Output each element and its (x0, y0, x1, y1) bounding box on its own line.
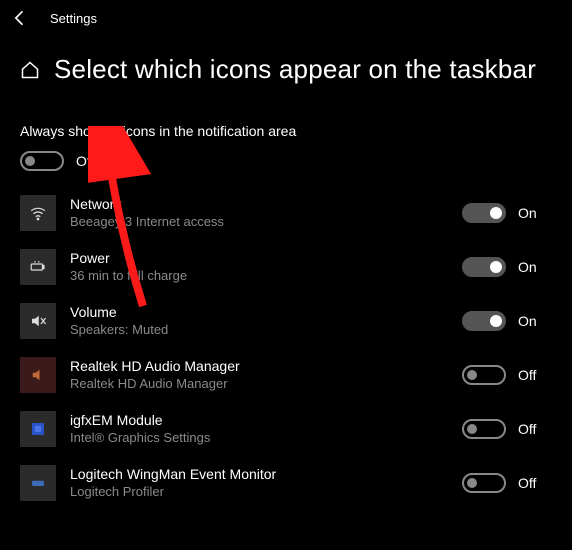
network-icon (20, 195, 56, 231)
item-toggle[interactable] (462, 311, 506, 331)
intel-icon (20, 411, 56, 447)
icon-subtitle: 36 min to full charge (70, 268, 450, 285)
row-toggle-wrap: Off (462, 419, 552, 439)
icon-text: NetworkBeeagey 3 Internet access (70, 195, 450, 230)
icon-text: Power36 min to full charge (70, 249, 450, 284)
item-toggle-state: Off (518, 475, 536, 491)
master-toggle-state: Off (76, 153, 94, 169)
icon-row: Realtek HD Audio ManagerRealtek HD Audio… (20, 357, 552, 393)
item-toggle-state: Off (518, 421, 536, 437)
row-toggle-wrap: On (462, 257, 552, 277)
icon-row: igfxEM ModuleIntel® Graphics Settings Off (20, 411, 552, 447)
back-button[interactable] (10, 8, 30, 28)
row-toggle-wrap: On (462, 311, 552, 331)
icon-title: Network (70, 195, 450, 213)
icon-text: igfxEM ModuleIntel® Graphics Settings (70, 411, 450, 446)
master-toggle-section: Always show all icons in the notificatio… (0, 95, 572, 181)
icon-subtitle: Beeagey 3 Internet access (70, 214, 450, 231)
page-header: Select which icons appear on the taskbar (0, 36, 572, 95)
icon-row: VolumeSpeakers: Muted On (20, 303, 552, 339)
item-toggle[interactable] (462, 365, 506, 385)
volume-muted-icon (20, 303, 56, 339)
realtek-icon (20, 357, 56, 393)
icon-text: Logitech WingMan Event MonitorLogitech P… (70, 465, 450, 500)
item-toggle[interactable] (462, 473, 506, 493)
icon-title: Power (70, 249, 450, 267)
icon-subtitle: Logitech Profiler (70, 484, 450, 501)
power-icon (20, 249, 56, 285)
row-toggle-wrap: Off (462, 365, 552, 385)
icon-text: VolumeSpeakers: Muted (70, 303, 450, 338)
icon-text: Realtek HD Audio ManagerRealtek HD Audio… (70, 357, 450, 392)
icon-list: NetworkBeeagey 3 Internet accessOnPower3… (0, 181, 572, 501)
page-title: Select which icons appear on the taskbar (54, 54, 536, 85)
home-icon[interactable] (20, 60, 40, 80)
row-toggle-wrap: Off (462, 473, 552, 493)
icon-subtitle: Speakers: Muted (70, 322, 450, 339)
master-toggle[interactable] (20, 151, 64, 171)
item-toggle-state: On (518, 259, 537, 275)
logitech-icon (20, 465, 56, 501)
app-title: Settings (50, 11, 97, 26)
icon-row: Logitech WingMan Event MonitorLogitech P… (20, 465, 552, 501)
item-toggle[interactable] (462, 203, 506, 223)
icon-title: Volume (70, 303, 450, 321)
item-toggle-state: Off (518, 367, 536, 383)
icon-title: igfxEM Module (70, 411, 450, 429)
item-toggle-state: On (518, 313, 537, 329)
master-toggle-label: Always show all icons in the notificatio… (20, 123, 552, 139)
icon-subtitle: Realtek HD Audio Manager (70, 376, 450, 393)
titlebar: Settings (0, 0, 572, 36)
row-toggle-wrap: On (462, 203, 552, 223)
icon-title: Logitech WingMan Event Monitor (70, 465, 450, 483)
item-toggle[interactable] (462, 419, 506, 439)
icon-subtitle: Intel® Graphics Settings (70, 430, 450, 447)
item-toggle-state: On (518, 205, 537, 221)
icon-row: NetworkBeeagey 3 Internet access On (20, 195, 552, 231)
item-toggle[interactable] (462, 257, 506, 277)
icon-title: Realtek HD Audio Manager (70, 357, 450, 375)
icon-row: Power36 min to full charge On (20, 249, 552, 285)
